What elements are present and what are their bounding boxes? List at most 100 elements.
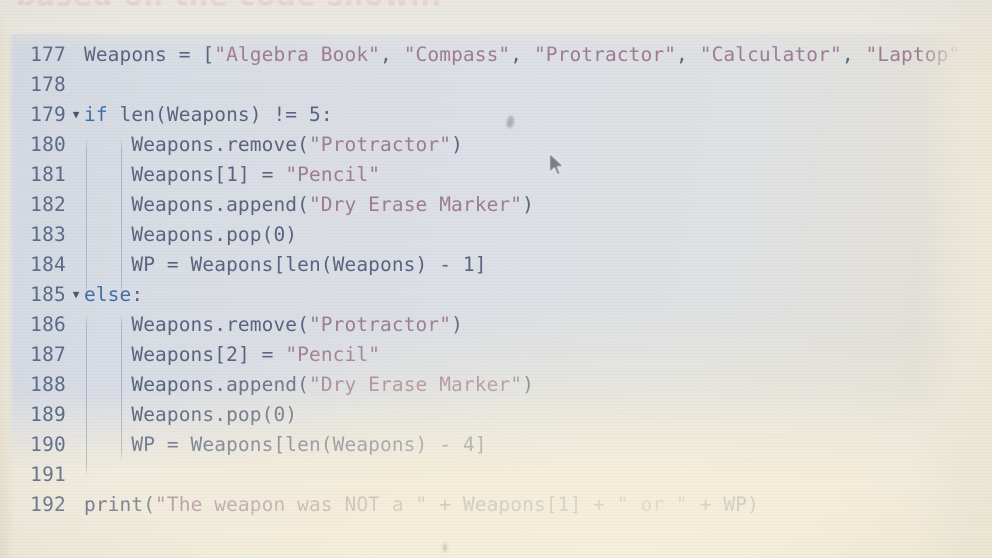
line-number: 190	[30, 433, 66, 456]
code-token-ident: Weapons.remove(	[84, 313, 309, 336]
code-line[interactable]: 185 ▼ else:	[8, 280, 986, 310]
code-token-ident: ] =	[237, 343, 286, 366]
code-line[interactable]: 177 Weapons = ["Algebra Book", "Compass",…	[8, 40, 986, 70]
line-number: 179	[30, 103, 66, 126]
screenshot-root: based on the code shown: 177Weapons = ["…	[0, 0, 992, 558]
code-token-ident: WP = Weapons[len(Weapons) -	[84, 433, 463, 456]
code-token-ident: ]	[474, 433, 487, 456]
code-line-text: WP = Weapons[len(Weapons) - 4]	[84, 430, 986, 460]
code-token-ident: Weapons.append(	[84, 373, 309, 396]
code-token-ident: :	[320, 103, 333, 126]
code-line[interactable]: 183 Weapons.pop(0)	[8, 220, 986, 250]
question-heading-clipped: based on the code shown:	[16, 0, 956, 15]
line-number: 180	[30, 133, 66, 156]
code-token-ident: )	[451, 313, 463, 336]
code-line[interactable]: 178	[8, 70, 986, 100]
code-token-str: "Calculator"	[699, 43, 842, 66]
code-token-str: "Pencil"	[285, 163, 381, 186]
code-line-text: Weapons[1] = "Pencil"	[84, 160, 986, 190]
code-token-num: 0	[273, 223, 286, 246]
code-line-text: Weapons.pop(0)	[84, 400, 986, 430]
code-token-str: "Protractor"	[533, 43, 677, 66]
code-line[interactable]: 187 Weapons[2] = "Pencil"	[8, 340, 986, 370]
line-number: 191	[30, 463, 66, 486]
code-token-ident: )	[285, 223, 298, 246]
code-token-num: 1	[462, 253, 475, 276]
code-token-str: "The weapon was NOT a "	[155, 493, 428, 516]
code-line-text: Weapons[2] = "Pencil"	[84, 340, 986, 370]
code-token-str: "Pencil"	[285, 343, 381, 366]
code-token-ident: Weapons.pop(	[84, 223, 274, 246]
code-line[interactable]: 179 ▼ if len(Weapons) != 5:	[8, 100, 986, 130]
photo-right-edge-glare	[918, 0, 992, 558]
code-token-ident: )	[451, 133, 463, 156]
code-token-num: 4	[462, 433, 475, 456]
line-number: 185	[30, 283, 66, 306]
code-token-num: 5	[308, 103, 321, 126]
code-line[interactable]: 180 Weapons.remove("Protractor")	[8, 130, 986, 160]
code-token-num: 0	[273, 403, 286, 426]
code-line[interactable]: 182 Weapons.append("Dry Erase Marker")	[8, 190, 986, 220]
code-line-text: WP = Weapons[len(Weapons) - 1]	[84, 250, 986, 280]
line-number: 192	[30, 493, 66, 516]
line-number: 184	[30, 253, 66, 276]
code-line-text: Weapons.pop(0)	[84, 220, 986, 250]
code-line-text: Weapons.remove("Protractor")	[84, 310, 986, 340]
code-token-ident: :	[131, 283, 144, 306]
code-token-ident: WP = Weapons[len(Weapons) -	[84, 253, 463, 276]
code-token-num: 1	[557, 493, 570, 516]
code-token-kw: else	[84, 283, 132, 306]
code-line[interactable]: 192 print("The weapon was NOT a " + Weapo…	[8, 490, 986, 520]
code-token-ident: + Weapons[	[427, 493, 558, 516]
code-token-ident: ,	[841, 43, 866, 66]
code-token-ident: + WP)	[687, 493, 759, 516]
code-token-str: "Dry Erase Marker"	[308, 193, 523, 216]
code-line[interactable]: 188 Weapons.append("Dry Erase Marker")	[8, 370, 986, 400]
code-line-text: if len(Weapons) != 5:	[84, 100, 986, 130]
code-line[interactable]: 191	[8, 460, 986, 490]
code-token-str: "Protractor"	[308, 313, 452, 336]
code-line[interactable]: 190 WP = Weapons[len(Weapons) - 4]	[8, 430, 986, 460]
line-number: 188	[30, 373, 66, 396]
code-token-ident: )	[522, 193, 534, 216]
code-token-ident: ]	[474, 253, 487, 276]
code-line-text: else:	[84, 280, 986, 310]
code-token-str: " or "	[616, 493, 688, 516]
line-number: 189	[30, 403, 66, 426]
code-token-ident: Weapons.append(	[84, 193, 309, 216]
code-token-ident: Weapons = [	[84, 43, 215, 66]
code-token-ident: Weapons.pop(	[84, 403, 274, 426]
code-token-ident: ,	[380, 43, 404, 66]
line-number: 186	[30, 313, 66, 336]
code-token-ident: print(	[84, 493, 156, 516]
code-token-ident: ] =	[237, 163, 286, 186]
code-token-ident: Weapons[	[84, 163, 227, 186]
code-line-text: Weapons = ["Algebra Book", "Compass", "P…	[84, 40, 986, 70]
code-line-text: print("The weapon was NOT a " + Weapons[…	[84, 490, 986, 520]
code-token-ident: Weapons.remove(	[84, 133, 309, 156]
code-line[interactable]: 184 WP = Weapons[len(Weapons) - 1]	[8, 250, 986, 280]
code-token-str: "Dry Erase Marker"	[308, 373, 523, 396]
code-token-str: "Algebra Book"	[214, 43, 381, 66]
code-fold-triangle-icon[interactable]: ▼	[68, 100, 84, 130]
code-line-text: Weapons.remove("Protractor")	[84, 130, 986, 160]
line-number: 187	[30, 343, 66, 366]
line-number: 181	[30, 163, 66, 186]
line-number: 178	[30, 73, 66, 96]
code-token-ident: )	[285, 403, 298, 426]
code-token-kw: if	[84, 103, 108, 126]
code-line[interactable]: 186 Weapons.remove("Protractor")	[8, 310, 986, 340]
code-editor-content[interactable]: 177 Weapons = ["Algebra Book", "Compass",…	[8, 40, 986, 540]
code-token-ident: )	[522, 373, 534, 396]
code-line-text: Weapons.append("Dry Erase Marker")	[84, 370, 986, 400]
code-line[interactable]: 189 Weapons.pop(0)	[8, 400, 986, 430]
code-token-ident: ,	[676, 43, 700, 66]
line-number: 183	[30, 223, 66, 246]
code-token-num: 2	[226, 343, 238, 366]
code-fold-triangle-icon[interactable]: ▼	[68, 280, 84, 310]
code-token-str: "Protractor"	[308, 133, 452, 156]
code-line[interactable]: 181 Weapons[1] = "Pencil"	[8, 160, 986, 190]
code-token-ident: ] +	[569, 493, 617, 516]
code-token-str: "Compass"	[403, 43, 511, 66]
code-token-num: 1	[226, 163, 238, 186]
